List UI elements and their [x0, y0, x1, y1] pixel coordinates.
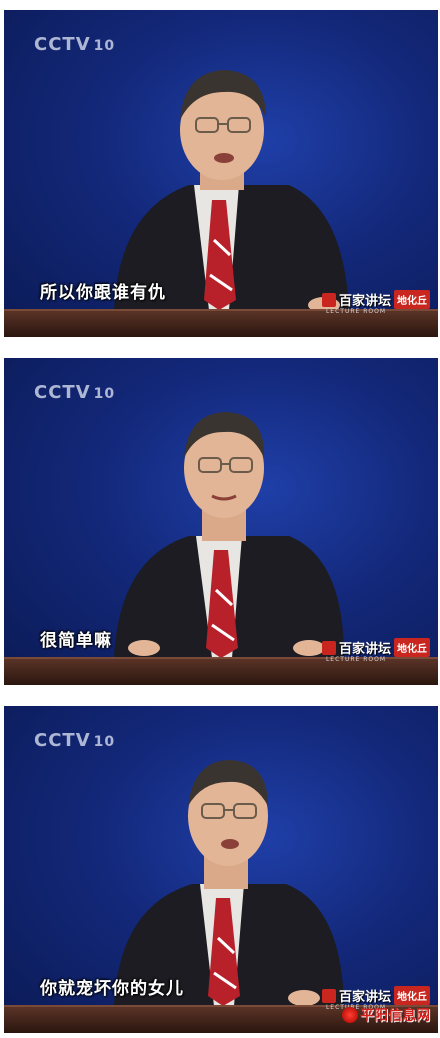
subtitle-caption: 所以你跟谁有仇: [40, 283, 166, 303]
video-frame-1: CCTV 10 所以你跟谁有仇 LECTURE ROOM 百家讲坛 地化丘: [4, 10, 438, 337]
cctv10-logo: CCTV 10: [34, 730, 116, 751]
show-name: 百家讲坛: [338, 294, 391, 309]
subtitle-caption: 很简单嘛: [40, 631, 112, 651]
show-badge: 百家讲坛 地化丘: [321, 290, 430, 309]
cctv10-logo: CCTV 10: [34, 382, 116, 403]
cctv10-logo: CCTV 10: [34, 34, 116, 55]
show-badge: 百家讲坛 地化丘: [321, 638, 430, 657]
show-logo-icon: [321, 988, 336, 1003]
show-stamp: 地化丘: [394, 290, 430, 309]
watermark-icon: [342, 1007, 358, 1023]
show-tagline: LECTURE ROOM: [325, 308, 386, 315]
show-tagline: LECTURE ROOM: [325, 656, 386, 663]
show-name: 百家讲坛: [338, 990, 391, 1005]
show-badge: 百家讲坛 地化丘: [321, 986, 430, 1005]
show-logo-icon: [321, 640, 336, 655]
video-frame-3: CCTV 10 你就宠坏你的女儿 LECTURE ROOM 百家讲坛 地化丘 平阳…: [4, 706, 438, 1033]
video-frame-2: CCTV 10 很简单嘛 LECTURE ROOM 百家讲坛 地化丘: [4, 358, 438, 685]
watermark-text: 平阳信息网: [360, 1008, 430, 1024]
site-watermark: 平阳信息网: [342, 1005, 430, 1025]
subtitle-caption: 你就宠坏你的女儿: [40, 979, 184, 999]
show-logo-icon: [321, 292, 336, 307]
show-name: 百家讲坛: [338, 642, 391, 657]
show-stamp: 地化丘: [394, 986, 430, 1005]
show-stamp: 地化丘: [394, 638, 430, 657]
